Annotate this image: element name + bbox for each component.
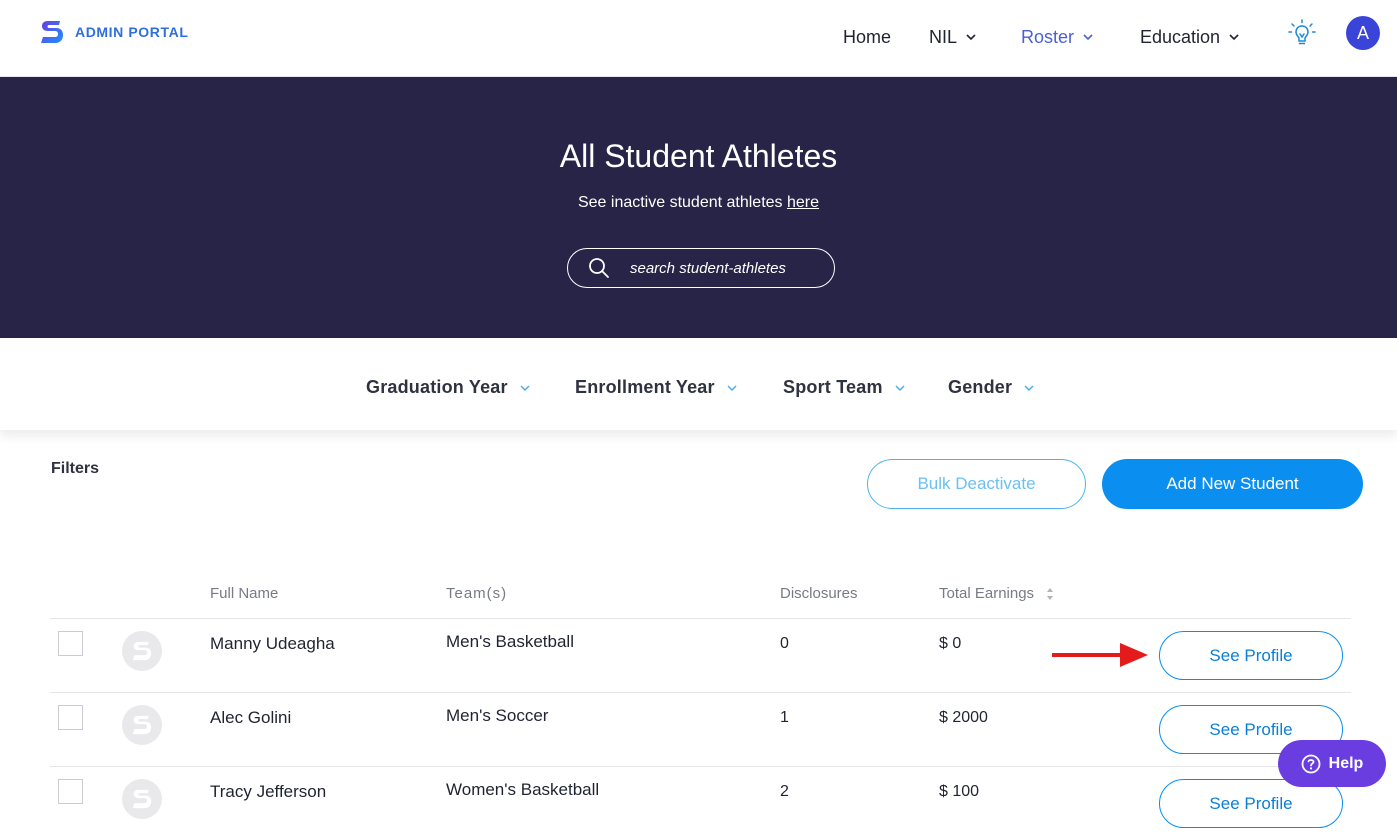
- page-hero: All Student Athletes See inactive studen…: [0, 77, 1397, 338]
- athlete-name: Tracy Jefferson: [210, 782, 327, 801]
- athlete-name: Manny Udeagha: [210, 634, 335, 653]
- nav-education-label: Education: [1140, 26, 1221, 47]
- athlete-avatar: [122, 705, 162, 745]
- search-input[interactable]: [630, 259, 830, 277]
- enrollment-year-dropdown[interactable]: Enrollment Year: [575, 377, 737, 398]
- nav-nil-label: NIL: [929, 26, 958, 47]
- athlete-disclosures: 0: [780, 635, 789, 652]
- brand-s-icon: [41, 21, 63, 43]
- column-header-full-name: Full Name: [210, 585, 279, 602]
- row-checkbox[interactable]: [58, 779, 83, 804]
- gender-dropdown[interactable]: Gender: [948, 377, 1034, 398]
- athlete-team: Men's Soccer: [446, 706, 549, 725]
- athlete-team: Women's Basketball: [446, 780, 600, 799]
- enrollment-year-label: Enrollment Year: [575, 377, 715, 397]
- chevron-down-icon: [520, 385, 530, 391]
- nav-home-label: Home: [843, 26, 892, 47]
- chevron-down-icon: [1024, 385, 1034, 391]
- athlete-earnings: $ 100: [939, 783, 980, 800]
- brand-s-icon: [132, 789, 152, 809]
- athlete-team: Men's Basketball: [446, 632, 574, 651]
- lightbulb-icon[interactable]: [1286, 17, 1318, 49]
- row-checkbox[interactable]: [58, 705, 83, 730]
- gender-label: Gender: [948, 377, 1013, 397]
- row-checkbox[interactable]: [58, 631, 83, 656]
- brand-s-icon: [132, 641, 152, 661]
- athlete-earnings: $ 0: [939, 635, 962, 652]
- help-button[interactable]: Help: [1278, 740, 1386, 787]
- sport-team-label: Sport Team: [783, 377, 883, 397]
- sport-team-dropdown[interactable]: Sport Team: [783, 377, 905, 398]
- athlete-earnings: $ 2000: [939, 709, 988, 726]
- athlete-avatar: [122, 779, 162, 819]
- graduation-year-label: Graduation Year: [366, 377, 508, 397]
- table-row: Alec Golini Men's Soccer 1 $ 2000 See Pr…: [50, 692, 1351, 766]
- inactive-athletes-text: See inactive student athletes: [577, 194, 783, 211]
- brand-logo[interactable]: ADMIN PORTAL: [40, 19, 189, 45]
- table-row: Manny Udeagha Men's Basketball 0 $ 0 See…: [50, 618, 1351, 692]
- brand-s-icon: [132, 715, 152, 735]
- column-header-disclosures: Disclosures: [780, 585, 858, 602]
- search-box[interactable]: [567, 248, 835, 288]
- search-icon: [589, 258, 609, 278]
- bulk-deactivate-button[interactable]: Bulk Deactivate: [867, 459, 1086, 509]
- question-circle-icon: [1301, 754, 1321, 773]
- filter-bar: Graduation Year Enrollment Year Sport Te…: [0, 338, 1397, 430]
- athlete-disclosures: 2: [780, 783, 789, 800]
- graduation-year-dropdown[interactable]: Graduation Year: [366, 377, 530, 398]
- inactive-athletes-link[interactable]: here: [787, 194, 819, 211]
- chevron-down-icon: [895, 385, 905, 391]
- table-row: Tracy Jefferson Women's Basketball 2 $ 1…: [50, 766, 1351, 840]
- inactive-athletes-note: See inactive student athletes here: [0, 194, 1397, 212]
- chevron-down-icon: [1083, 34, 1093, 41]
- see-profile-button[interactable]: See Profile: [1159, 631, 1343, 680]
- annotation-arrow-icon: [1052, 643, 1148, 667]
- total-earnings-label: Total Earnings: [939, 585, 1035, 602]
- column-header-teams: Team(s): [446, 585, 508, 602]
- nav-nil[interactable]: NIL: [929, 24, 976, 50]
- nav-roster-label: Roster: [1021, 26, 1075, 47]
- chevron-down-icon: [1229, 34, 1239, 41]
- add-new-student-button[interactable]: Add New Student: [1102, 459, 1363, 509]
- sort-icon[interactable]: [1046, 587, 1054, 601]
- athlete-name: Alec Golini: [210, 708, 292, 727]
- nav-home[interactable]: Home: [843, 24, 891, 50]
- page-title: All Student Athletes: [559, 138, 838, 174]
- help-label: Help: [1328, 754, 1364, 772]
- chevron-down-icon: [727, 385, 737, 391]
- nav-roster[interactable]: Roster: [1021, 24, 1093, 50]
- brand-name: ADMIN PORTAL: [75, 24, 189, 40]
- column-header-total-earnings[interactable]: Total Earnings: [939, 585, 1054, 602]
- top-navigation-bar: ADMIN PORTAL Home NIL Roster Education A: [0, 0, 1397, 77]
- filters-label[interactable]: Filters: [51, 460, 99, 478]
- nav-education[interactable]: Education: [1140, 24, 1239, 50]
- chevron-down-icon: [966, 34, 976, 41]
- athlete-disclosures: 1: [780, 709, 789, 726]
- athlete-avatar: [122, 631, 162, 671]
- user-avatar[interactable]: A: [1346, 16, 1380, 50]
